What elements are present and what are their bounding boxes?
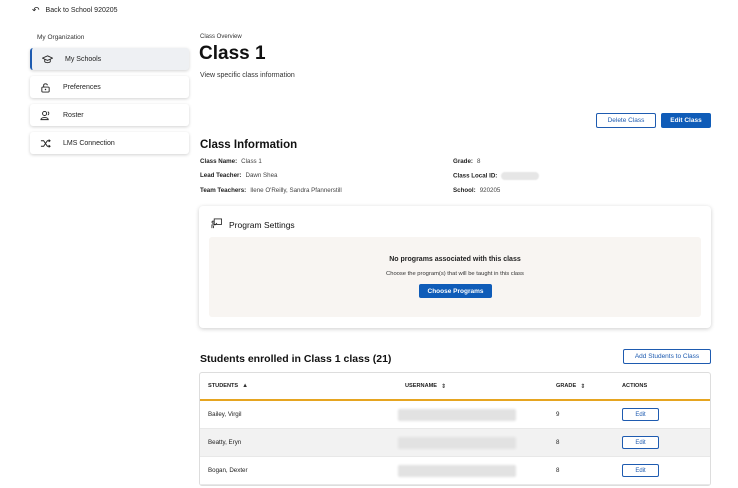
username-redacted	[398, 436, 516, 449]
add-students-button[interactable]: Add Students to Class	[623, 349, 711, 364]
student-name: Bogan, Dexter	[208, 467, 248, 474]
team-teachers-label: Team Teachers:	[200, 187, 247, 194]
class-information-title: Class Information	[200, 139, 298, 151]
sidebar-item-preferences[interactable]: Preferences	[30, 76, 189, 98]
student-grade: 9	[556, 411, 560, 418]
sidebar-item-label: Roster	[63, 111, 84, 119]
class-name-value: Class 1	[241, 158, 262, 165]
school-field: School: 920205	[453, 187, 500, 194]
grade-value: 8	[476, 158, 481, 165]
edit-student-button[interactable]: Edit	[622, 408, 659, 421]
sort-updown-icon: ⇕	[580, 383, 586, 390]
program-settings-card: Program Settings No programs associated …	[199, 206, 711, 328]
table-row: Bailey, Virgil 9 Edit	[200, 401, 710, 429]
sidebar-title: My Organization	[37, 34, 85, 41]
column-students[interactable]: STUDENTS ▲	[208, 383, 248, 389]
no-programs-title: No programs associated with this class	[389, 256, 521, 263]
sidebar-item-label: Preferences	[63, 83, 101, 91]
grade-label: Grade:	[453, 158, 473, 165]
username-redacted	[398, 408, 516, 421]
students-title: Students enrolled in Class 1 class (21)	[200, 353, 392, 365]
column-label: USERNAME	[405, 383, 438, 389]
sort-updown-icon: ⇕	[441, 383, 447, 390]
column-username[interactable]: USERNAME ⇕	[405, 383, 446, 390]
page-subtitle: View specific class information	[200, 72, 295, 79]
column-label: STUDENTS	[208, 383, 239, 389]
class-local-id-redacted	[501, 172, 540, 180]
school-value: 920205	[479, 187, 501, 194]
overview-label: Class Overview	[200, 34, 242, 40]
page-title: Class 1	[199, 43, 266, 64]
users-icon	[39, 109, 51, 121]
column-grade[interactable]: GRADE ⇕	[556, 383, 585, 390]
class-local-id-label: Class Local ID:	[453, 172, 498, 180]
student-name: Beatty, Eryn	[208, 439, 242, 446]
sort-up-icon: ▲	[242, 383, 249, 389]
sidebar-item-roster[interactable]: Roster	[30, 104, 189, 126]
edit-student-button[interactable]: Edit	[622, 464, 659, 477]
sidebar-item-label: My Schools	[65, 55, 102, 63]
column-label: ACTIONS	[622, 383, 648, 389]
school-label: School:	[453, 187, 476, 194]
student-name: Bailey, Virgil	[208, 411, 242, 418]
grade-field: Grade: 8	[453, 158, 480, 165]
delete-class-button[interactable]: Delete Class	[596, 113, 656, 128]
column-actions: ACTIONS	[622, 383, 647, 389]
column-label: GRADE	[556, 383, 577, 389]
lead-teacher-label: Lead Teacher:	[200, 172, 242, 179]
program-settings-header: Program Settings	[211, 218, 295, 231]
choose-programs-button[interactable]: Choose Programs	[419, 284, 492, 298]
table-row: Bogan, Dexter 8 Edit	[200, 457, 710, 485]
edit-student-button[interactable]: Edit	[622, 436, 659, 449]
graduation-cap-icon	[41, 53, 53, 65]
edit-class-button[interactable]: Edit Class	[661, 113, 711, 128]
students-table: STUDENTS ▲ USERNAME ⇕ GRADE ⇕ ACTIONS Ba…	[199, 372, 711, 486]
lead-teacher-field: Lead Teacher: Dawn Shea	[200, 172, 278, 179]
class-name-field: Class Name: Class 1	[200, 158, 262, 165]
student-grade: 8	[556, 439, 560, 446]
table-row: Beatty, Eryn 8 Edit	[200, 429, 710, 457]
class-name-label: Class Name:	[200, 158, 238, 165]
sidebar-item-my-schools[interactable]: My Schools	[30, 48, 189, 70]
student-grade: 8	[556, 467, 560, 474]
class-local-id-field: Class Local ID:	[453, 172, 540, 180]
chalkboard-teacher-icon	[211, 218, 222, 231]
username-redacted	[398, 464, 516, 477]
sidebar-item-label: LMS Connection	[63, 139, 115, 147]
back-label: Back to School 920205	[45, 7, 118, 14]
lock-open-icon	[39, 81, 51, 93]
back-to-school-link[interactable]: ↶ Back to School 920205	[32, 5, 118, 16]
table-header: STUDENTS ▲ USERNAME ⇕ GRADE ⇕ ACTIONS	[200, 373, 710, 401]
program-empty-state: No programs associated with this class C…	[209, 237, 701, 317]
lead-teacher-value: Dawn Shea	[245, 172, 278, 179]
sidebar: My Schools Preferences Roster LMS Connec…	[30, 48, 189, 160]
sidebar-item-lms-connection[interactable]: LMS Connection	[30, 132, 189, 154]
team-teachers-field: Team Teachers: Ilene O'Reilly, Sandra Pfa…	[200, 187, 342, 194]
back-arrow-icon: ↶	[32, 5, 40, 15]
no-programs-text: Choose the program(s) that will be taugh…	[386, 271, 524, 277]
program-settings-title: Program Settings	[229, 219, 295, 230]
shuffle-icon	[39, 137, 51, 149]
team-teachers-value: Ilene O'Reilly, Sandra Pfannerstill	[250, 187, 342, 194]
